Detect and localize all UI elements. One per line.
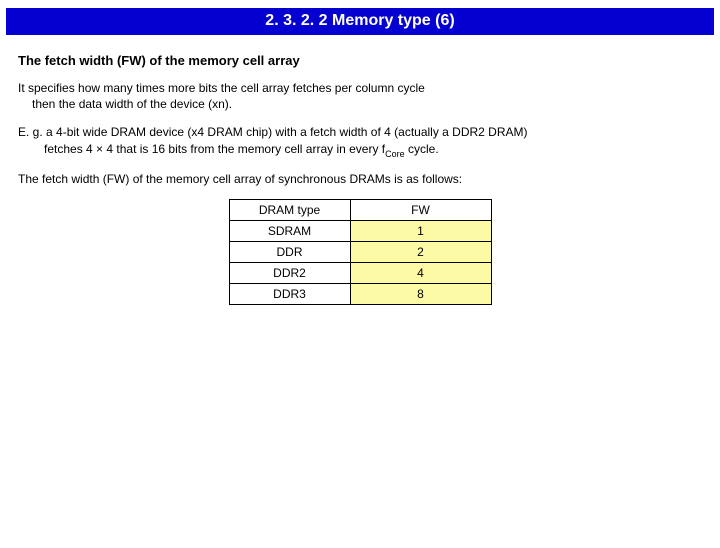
- content-area: The fetch width (FW) of the memory cell …: [0, 35, 720, 305]
- cell-fw: 8: [350, 284, 491, 305]
- page-title: 2. 3. 2. 2 Memory type (6): [6, 8, 714, 35]
- paragraph-3: The fetch width (FW) of the memory cell …: [18, 171, 702, 187]
- p2-line2a: fetches 4 × 4 that is 16 bits from the m…: [44, 142, 385, 156]
- table-row: DDR2 4: [229, 263, 491, 284]
- table-row: DDR3 8: [229, 284, 491, 305]
- cell-type: SDRAM: [229, 221, 350, 242]
- cell-fw: 2: [350, 242, 491, 263]
- col-header-fw: FW: [350, 200, 491, 221]
- table-row: DDR 2: [229, 242, 491, 263]
- p2-line2: fetches 4 × 4 that is 16 bits from the m…: [18, 141, 702, 160]
- paragraph-2: E. g. a 4-bit wide DRAM device (x4 DRAM …: [18, 124, 702, 159]
- p1-line1: It specifies how many times more bits th…: [18, 81, 425, 95]
- table-header-row: DRAM type FW: [229, 200, 491, 221]
- table-wrapper: DRAM type FW SDRAM 1 DDR 2 DDR2 4 DDR3 8: [18, 199, 702, 305]
- p2-line1: E. g. a 4-bit wide DRAM device (x4 DRAM …: [18, 125, 528, 139]
- paragraph-1: It specifies how many times more bits th…: [18, 80, 702, 112]
- cell-fw: 1: [350, 221, 491, 242]
- fw-table: DRAM type FW SDRAM 1 DDR 2 DDR2 4 DDR3 8: [229, 199, 492, 305]
- cell-type: DDR3: [229, 284, 350, 305]
- p1-line2: then the data width of the device (xn).: [18, 96, 702, 112]
- cell-type: DDR2: [229, 263, 350, 284]
- cell-fw: 4: [350, 263, 491, 284]
- cell-type: DDR: [229, 242, 350, 263]
- section-heading: The fetch width (FW) of the memory cell …: [18, 53, 702, 68]
- table-row: SDRAM 1: [229, 221, 491, 242]
- col-header-type: DRAM type: [229, 200, 350, 221]
- p2-subscript: Core: [385, 149, 405, 159]
- p2-line2b: cycle.: [405, 142, 439, 156]
